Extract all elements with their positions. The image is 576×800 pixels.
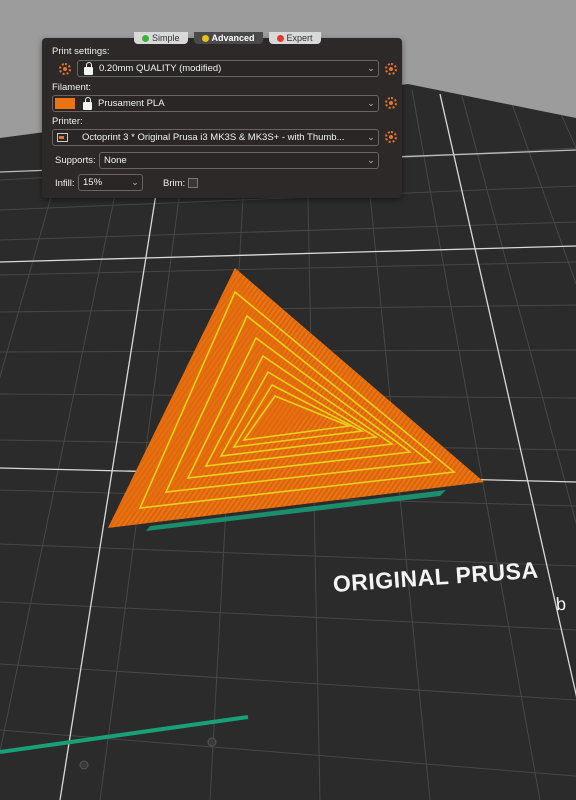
filament-label: Filament: bbox=[52, 82, 92, 93]
settings-sidebar: Simple Advanced Expert Print settings: 0… bbox=[42, 32, 402, 198]
lock-icon bbox=[84, 61, 93, 75]
tab-advanced-label: Advanced bbox=[211, 33, 255, 43]
infill-select[interactable]: 15% ⌄ bbox=[78, 174, 143, 191]
infill-value: 15% bbox=[83, 177, 103, 188]
lock-icon bbox=[83, 96, 92, 110]
infill-label: Infill: bbox=[55, 178, 75, 189]
supports-select[interactable]: None ⌄ bbox=[99, 152, 379, 169]
expert-dot-icon bbox=[276, 34, 284, 42]
print-settings-value: 0.20mm QUALITY (modified) bbox=[99, 63, 222, 74]
bed-sub-text: b bbox=[555, 593, 567, 615]
brim-checkbox[interactable] bbox=[188, 178, 198, 188]
chevron-down-icon: ⌄ bbox=[131, 177, 139, 187]
chevron-down-icon: ⌄ bbox=[367, 98, 375, 108]
chevron-down-icon: ⌄ bbox=[367, 132, 375, 142]
printer-label: Printer: bbox=[52, 116, 83, 127]
tab-simple-label: Simple bbox=[152, 33, 180, 43]
tab-advanced[interactable]: Advanced bbox=[193, 32, 263, 44]
filament-select[interactable]: Prusament PLA ⌄ bbox=[52, 95, 379, 112]
print-settings-edit-icon[interactable] bbox=[385, 63, 397, 75]
printer-value: Octoprint 3 * Original Prusa i3 MK3S & M… bbox=[82, 132, 345, 143]
tab-expert[interactable]: Expert bbox=[268, 32, 321, 44]
printer-edit-icon[interactable] bbox=[385, 131, 397, 143]
print-settings-gear-icon[interactable] bbox=[59, 63, 71, 75]
print-settings-label: Print settings: bbox=[52, 46, 110, 57]
supports-label: Supports: bbox=[55, 155, 96, 166]
printer-select[interactable]: Octoprint 3 * Original Prusa i3 MK3S & M… bbox=[52, 129, 379, 146]
chevron-down-icon: ⌄ bbox=[367, 155, 375, 165]
tab-simple[interactable]: Simple bbox=[134, 32, 188, 44]
filament-color-swatch[interactable] bbox=[55, 98, 75, 109]
supports-value: None bbox=[104, 155, 127, 166]
tab-expert-label: Expert bbox=[286, 33, 313, 43]
simple-dot-icon bbox=[142, 34, 149, 42]
print-settings-select[interactable]: 0.20mm QUALITY (modified) ⌄ bbox=[77, 60, 379, 77]
chevron-down-icon: ⌄ bbox=[367, 63, 375, 73]
filament-edit-icon[interactable] bbox=[385, 97, 397, 109]
brim-label: Brim: bbox=[163, 178, 186, 189]
mode-tabs: Simple Advanced Expert bbox=[134, 32, 321, 46]
advanced-dot-icon bbox=[201, 34, 209, 42]
printer-icon bbox=[57, 133, 68, 142]
filament-value: Prusament PLA bbox=[98, 98, 165, 109]
